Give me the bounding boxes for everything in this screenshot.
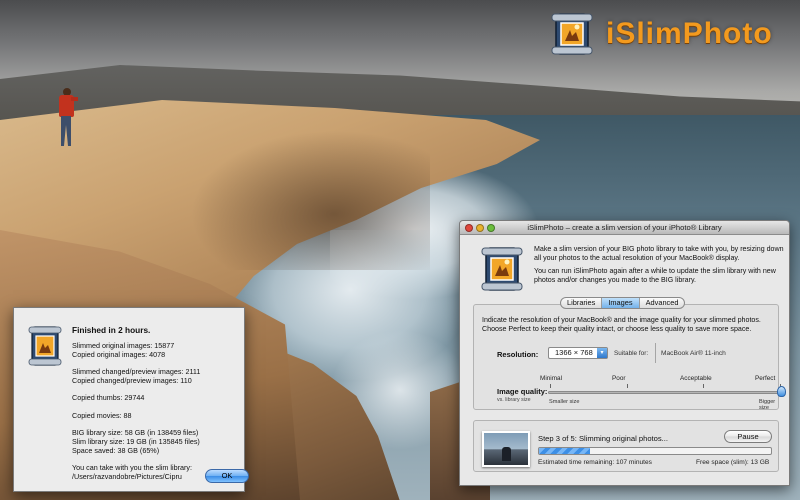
quality-level-poor: Poor <box>612 375 626 382</box>
images-panel: Indicate the resolution of your MacBook®… <box>473 304 786 411</box>
slider-tick <box>627 384 628 388</box>
app-logo: iSlimPhoto <box>548 8 773 60</box>
intro-text: Make a slim version of your BIG photo li… <box>534 245 786 285</box>
stat-line: Copied changed/preview images: 110 <box>72 376 192 386</box>
window-titlebar[interactable]: iSlimPhoto – create a slim version of yo… <box>460 221 789 235</box>
quality-level-minimal: Minimal <box>540 375 563 382</box>
finished-dialog: Finished in 2 hours. Slimmed original im… <box>13 307 249 492</box>
main-window: iSlimPhoto – create a slim version of yo… <box>459 220 790 486</box>
resolution-value: 1366 × 768 <box>555 348 593 357</box>
intro-paragraph: You can run iSlimPhoto again after a whi… <box>534 266 776 284</box>
stat-line: Copied thumbs: 29744 <box>72 393 145 403</box>
ok-button[interactable]: OK <box>205 469 249 483</box>
smaller-size-label: Smaller size <box>549 399 580 405</box>
free-space-text: Free space (slim): 13 GB <box>696 459 770 466</box>
bigger-size-label: Bigger size <box>759 399 776 411</box>
window-title: iSlimPhoto – create a slim version of yo… <box>527 223 722 232</box>
islimphoto-app-icon <box>481 247 523 291</box>
tab-bar: Libraries Images Advanced <box>560 297 686 309</box>
stat-line: Copied original images: 4078 <box>72 350 166 360</box>
islimphoto-app-icon <box>551 13 593 55</box>
device-name: MacBook Air® 11-inch <box>661 350 726 357</box>
stat-line: BIG library size: 58 GB (in 138459 files… <box>72 427 199 437</box>
image-quality-label: Image quality: <box>497 387 548 396</box>
resolution-select[interactable]: 1366 × 768 ▾ <box>548 347 608 359</box>
resolution-label: Resolution: <box>497 350 539 359</box>
image-quality-sublabel: vs. library size <box>497 397 531 403</box>
current-photo-thumbnail <box>482 431 530 467</box>
divider <box>655 343 656 363</box>
images-description: Indicate the resolution of your MacBook®… <box>482 316 761 333</box>
slider-tick <box>550 384 551 388</box>
stat-line: Slim library size: 19 GB (in 135845 file… <box>72 436 200 446</box>
intro-paragraph: Make a slim version of your BIG photo li… <box>534 245 784 262</box>
stat-line: Slimmed original images: 15877 <box>72 341 175 351</box>
eta-text: Estimated time remaining: 107 minutes <box>538 459 652 466</box>
tab-libraries[interactable]: Libraries <box>561 298 603 308</box>
quality-level-acceptable: Acceptable <box>680 375 712 382</box>
progress-fill <box>539 448 591 454</box>
finished-title: Finished in 2 hours. <box>72 325 151 335</box>
cliff-shadow <box>190 130 430 270</box>
stat-line: Space saved: 38 GB (65%) <box>72 445 160 455</box>
stat-line: Copied movies: 88 <box>72 410 132 420</box>
quality-slider[interactable] <box>548 391 780 394</box>
progress-bar <box>538 447 772 455</box>
quality-level-perfect: Perfect <box>755 375 776 382</box>
tab-advanced[interactable]: Advanced <box>640 298 685 308</box>
step-status: Step 3 of 5: Slimming original photos... <box>538 434 669 443</box>
quality-slider-knob[interactable] <box>777 386 786 397</box>
tab-images[interactable]: Images <box>602 298 640 308</box>
logo-text: iSlimPhoto <box>606 17 773 50</box>
progress-box: Step 3 of 5: Slimming original photos...… <box>473 420 779 472</box>
pause-button[interactable]: Pause <box>724 430 772 443</box>
slider-tick <box>703 384 704 388</box>
stat-line: Slimmed changed/preview images: 2111 <box>72 367 201 377</box>
person-figure <box>56 88 78 150</box>
islimphoto-app-icon <box>28 326 62 366</box>
chevron-down-icon: ▾ <box>597 348 607 358</box>
suitable-for-label: Suitable for: <box>614 350 649 357</box>
